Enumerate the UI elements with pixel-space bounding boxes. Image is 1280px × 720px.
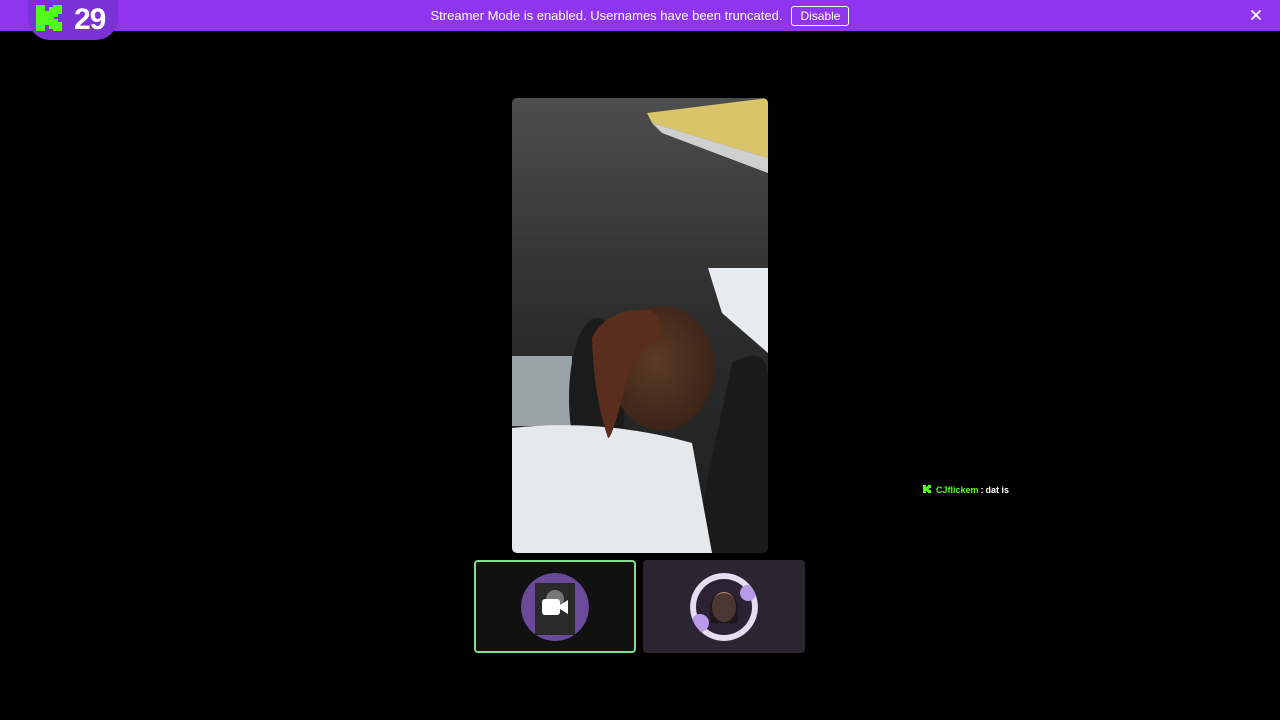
webcam-video[interactable] [512,98,768,553]
chat-message: CJflickem : dat is [923,485,1009,495]
chat-username[interactable]: CJflickem [936,485,979,495]
video-camera-icon [541,597,569,617]
streamer-mode-banner: Streamer Mode is enabled. Usernames have… [0,0,1280,31]
chat-separator: : [980,485,984,495]
disable-button[interactable]: Disable [791,5,850,26]
webcam-frame-image [512,98,768,553]
avatar [690,572,758,641]
chat-text: dat is [985,485,1010,495]
kick-logo-icon [34,3,64,38]
close-icon[interactable] [1248,7,1264,23]
viewer-count: 29 [74,3,106,36]
logo-badge: 29 [28,0,118,40]
banner-text: Streamer Mode is enabled. Usernames have… [430,8,783,23]
guest-tile-2[interactable] [643,560,805,653]
kick-badge-icon [923,485,931,495]
guest-tile-1[interactable] [474,560,636,653]
